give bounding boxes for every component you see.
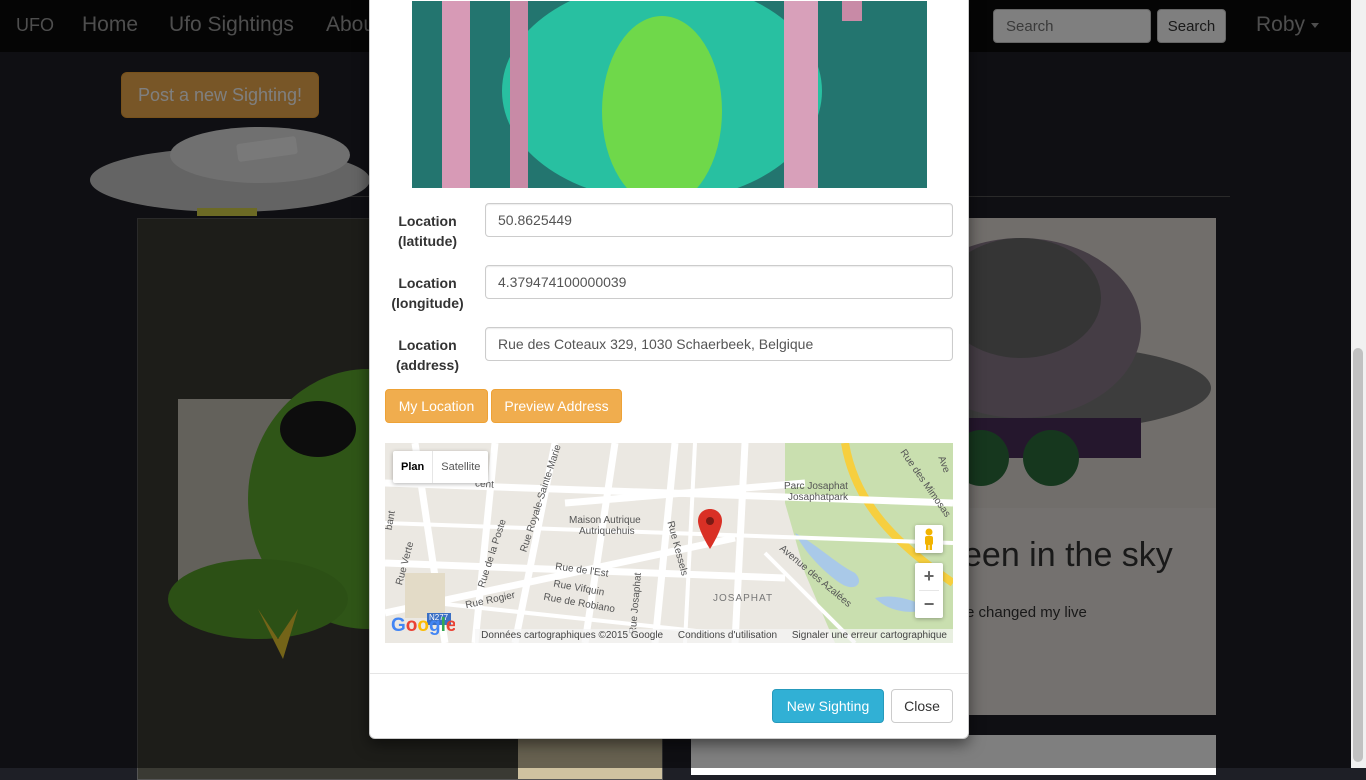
google-logo-wordmark: Google — [391, 615, 456, 636]
latitude-input[interactable] — [485, 203, 953, 237]
svg-text:Google: Google — [391, 615, 455, 635]
map-label-autriquehuis: Autriquehuis — [579, 526, 635, 537]
map-zoom-control: + − — [915, 563, 943, 618]
map-data-credit: Données cartographiques ©2015 Google — [481, 630, 664, 641]
map-label-josaphatpark: Josaphatpark — [788, 492, 849, 503]
map-pin-icon[interactable] — [698, 509, 722, 549]
sighting-preview-image — [412, 1, 927, 188]
map-attribution: Données cartographiques ©2015 Google Con… — [475, 629, 953, 643]
map-label-josaphat: JOSAPHAT — [713, 593, 774, 604]
new-sighting-modal: Location(latitude) Location(longitude) L… — [369, 0, 969, 739]
map-terms-link[interactable]: Conditions d'utilisation — [678, 630, 777, 641]
address-input[interactable] — [485, 327, 953, 361]
new-sighting-button[interactable]: New Sighting — [772, 689, 884, 723]
map-report-link[interactable]: Signaler une erreur cartographique — [792, 630, 947, 641]
longitude-input[interactable] — [485, 265, 953, 299]
location-map[interactable]: Maison Autrique Autriquehuis Parc Josaph… — [385, 443, 953, 643]
google-logo: Google — [391, 613, 456, 641]
my-location-button[interactable]: My Location — [385, 389, 488, 423]
map-label-maison: Maison Autrique — [569, 515, 641, 526]
close-button[interactable]: Close — [891, 689, 953, 723]
map-type-control: Plan Satellite — [393, 451, 489, 483]
zoom-in-button[interactable]: + — [915, 563, 943, 590]
scrollbar-thumb[interactable] — [1353, 348, 1363, 762]
address-label: Location (address) — [395, 337, 460, 373]
map-label-parc: Parc Josaphat — [784, 481, 848, 492]
longitude-label: Location (longitude) — [391, 275, 464, 311]
preview-address-button[interactable]: Preview Address — [491, 389, 622, 423]
latitude-label: Location (latitude) — [397, 213, 458, 249]
modal-footer-divider — [370, 673, 968, 674]
zoom-out-button[interactable]: − — [915, 591, 943, 618]
map-type-plan[interactable]: Plan — [393, 451, 434, 483]
street-view-pegman-icon[interactable] — [915, 525, 943, 553]
map-type-satellite[interactable]: Satellite — [433, 451, 488, 483]
